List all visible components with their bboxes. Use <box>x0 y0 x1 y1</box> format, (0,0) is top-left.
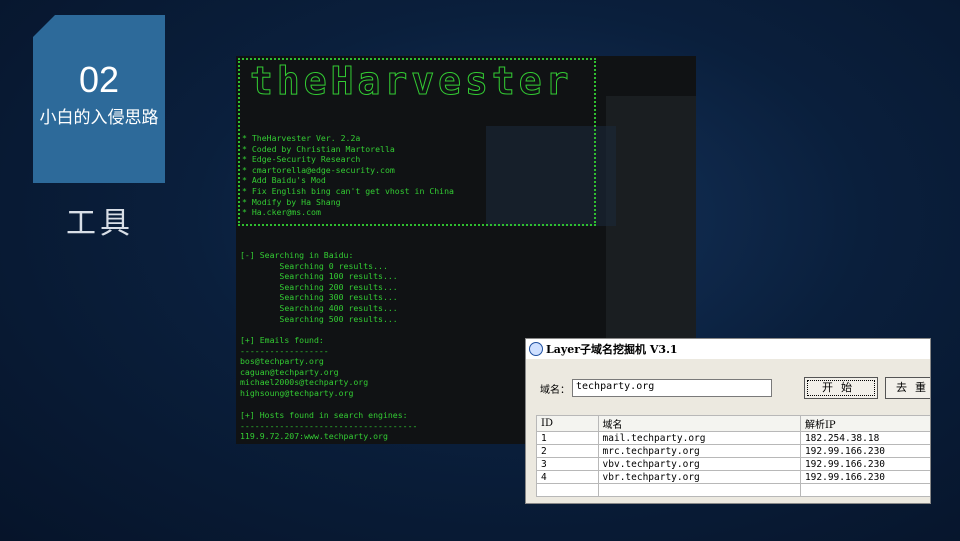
column-header-domain[interactable]: 域名 <box>597 415 801 432</box>
cell-id: 2 <box>536 444 599 458</box>
host-line: 119.9.72.207:www.techparty.org <box>240 431 388 442</box>
search-line: Searching 200 results... <box>240 281 398 292</box>
cell-domain: vbr.techparty.org <box>597 470 801 484</box>
email-line: [+] Emails found: <box>240 335 324 345</box>
credit-line: * Modify by Ha Shang <box>242 196 341 207</box>
table-header-row: ID 域名 解析IP <box>536 415 930 432</box>
search-line: [-] Searching in Baidu: <box>240 250 354 260</box>
column-header-id[interactable]: ID <box>536 415 599 432</box>
credit-line: * Fix English bing can't get vhost in Ch… <box>242 185 454 196</box>
results-table: ID 域名 解析IP 1 mail.techparty.org 182.254.… <box>536 415 930 497</box>
search-line: Searching 0 results... <box>240 260 388 271</box>
table-row[interactable]: 1 mail.techparty.org 182.254.38.18 <box>536 431 930 445</box>
host-line: [+] Hosts found in search engines: <box>240 410 408 420</box>
cell-ip: 192.99.166.230 <box>799 470 930 484</box>
email-line: caguan@techparty.org <box>240 366 339 377</box>
email-line: michael2000s@techparty.org <box>240 377 369 388</box>
host-line: ------------------------------------ <box>240 420 418 431</box>
table-row-empty <box>536 483 930 497</box>
domain-input[interactable]: techparty.org <box>572 379 772 397</box>
credit-line: * Edge-Security Research <box>242 154 361 165</box>
start-button[interactable]: 开始 <box>804 377 878 399</box>
email-line: bos@techparty.org <box>240 356 324 367</box>
cell-id: 3 <box>536 457 599 471</box>
credits-block: * TheHarvester Ver. 2.2a * Coded by Chri… <box>242 133 454 218</box>
cell-ip: 182.254.38.18 <box>799 431 930 445</box>
section-tile: 02 小白的入侵思路 <box>33 15 165 183</box>
credit-line: * cmartorella@edge-security.com <box>242 164 395 175</box>
cell-empty <box>536 483 599 497</box>
layer-window: Layer子域名挖掘机 V3.1 域名： techparty.org 开始 去重… <box>525 338 931 504</box>
search-line: Searching 400 results... <box>240 302 398 313</box>
harvester-banner: theHarvester <box>250 59 573 103</box>
cell-id: 4 <box>536 470 599 484</box>
column-header-ip[interactable]: 解析IP <box>799 415 930 432</box>
cell-domain: mail.techparty.org <box>597 431 801 445</box>
layer-title: Layer子域名挖掘机 V3.1 <box>546 343 678 356</box>
search-block: [-] Searching in Baidu: Searching 0 resu… <box>240 250 398 324</box>
dedupe-button[interactable]: 去重 <box>885 377 930 399</box>
app-globe-icon <box>529 342 543 356</box>
domain-row: 域名： techparty.org <box>540 379 772 397</box>
emails-block: [+] Emails found: ------------------ bos… <box>240 335 368 399</box>
layer-titlebar[interactable]: Layer子域名挖掘机 V3.1 <box>526 339 930 359</box>
hosts-block: [+] Hosts found in search engines: -----… <box>240 410 417 442</box>
search-line: Searching 300 results... <box>240 292 398 303</box>
section-heading: 工具 <box>66 206 134 241</box>
credit-line: * Ha.cker@ms.com <box>242 207 321 218</box>
cell-id: 1 <box>536 431 599 445</box>
credit-line: * Coded by Christian Martorella <box>242 143 395 154</box>
email-line: highsoung@techparty.org <box>240 387 354 398</box>
table-row[interactable]: 3 vbv.techparty.org 192.99.166.230 <box>536 457 930 471</box>
domain-label: 域名： <box>540 384 570 396</box>
search-line: Searching 100 results... <box>240 271 398 282</box>
cell-domain: mrc.techparty.org <box>597 444 801 458</box>
section-subtitle: 小白的入侵思路 <box>39 108 159 128</box>
search-line: Searching 500 results... <box>240 313 398 324</box>
cell-empty <box>597 483 801 497</box>
cell-ip: 192.99.166.230 <box>799 444 930 458</box>
credit-line: * TheHarvester Ver. 2.2a <box>242 133 361 143</box>
table-row[interactable]: 2 mrc.techparty.org 192.99.166.230 <box>536 444 930 458</box>
email-line: ------------------ <box>240 345 329 356</box>
cell-domain: vbv.techparty.org <box>597 457 801 471</box>
table-row[interactable]: 4 vbr.techparty.org 192.99.166.230 <box>536 470 930 484</box>
credit-line: * Add Baidu's Mod <box>242 175 326 186</box>
cell-ip: 192.99.166.230 <box>799 457 930 471</box>
cell-empty <box>799 483 930 497</box>
section-number: 02 <box>78 59 120 100</box>
